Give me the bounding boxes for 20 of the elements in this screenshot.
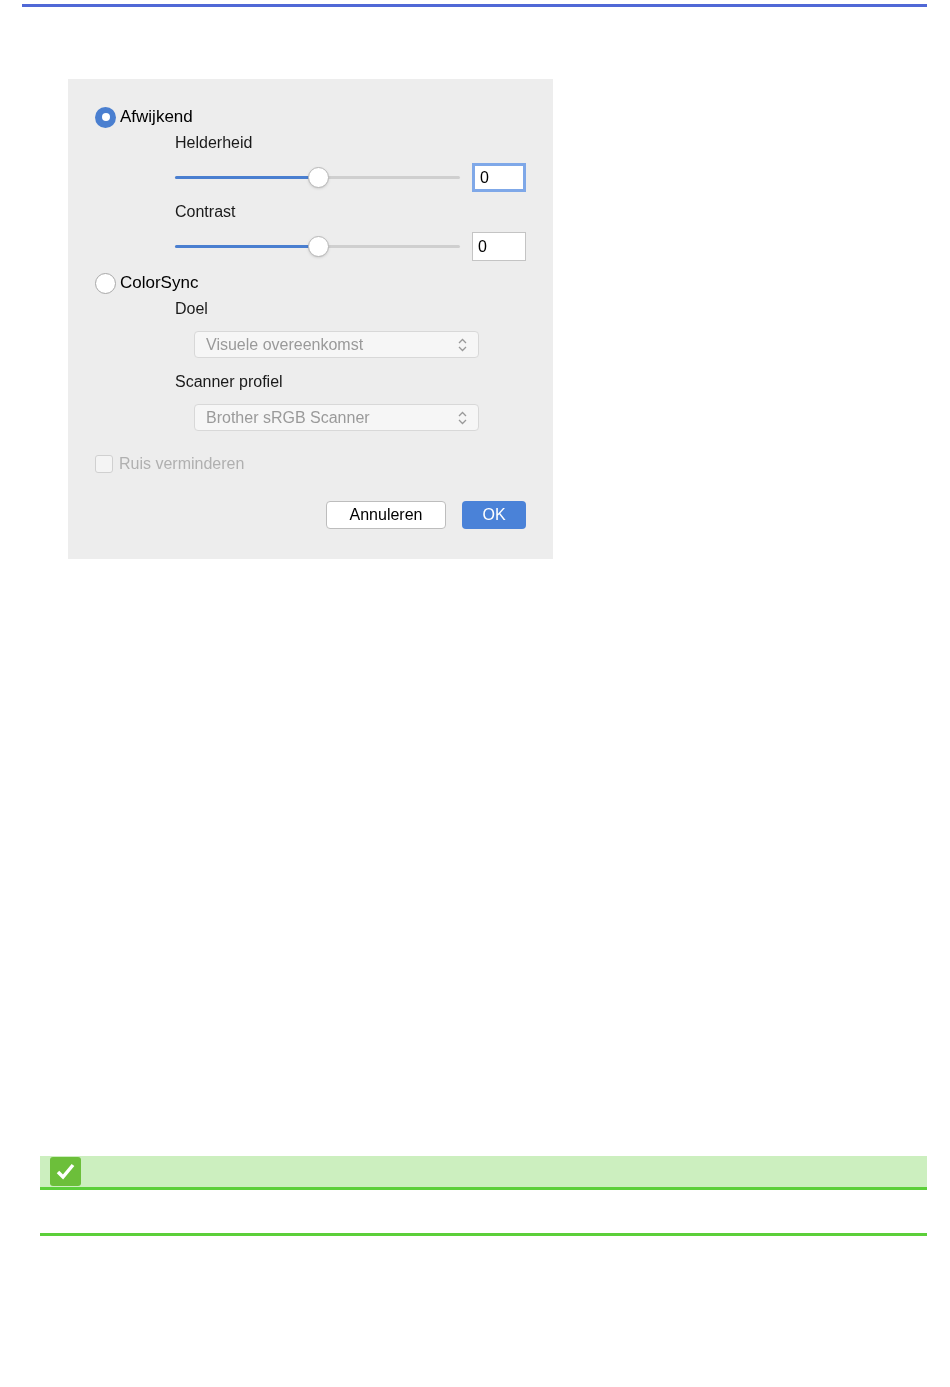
slider[interactable] [175, 166, 460, 189]
select-label: Doel [175, 299, 209, 319]
value-field[interactable]: 0 [472, 232, 526, 261]
checkbox-label: Ruis verminderen [119, 454, 245, 474]
value-field[interactable]: 0 [472, 163, 526, 192]
checkmark-icon [50, 1157, 81, 1186]
radio-button[interactable] [95, 272, 116, 294]
slider[interactable] [175, 235, 460, 258]
chevron-updown-icon [458, 410, 467, 425]
radio-button[interactable] [95, 106, 116, 128]
chevron-updown-icon [458, 337, 467, 352]
slider-label: Contrast [175, 202, 237, 222]
radio-label: Afwijkend [120, 106, 193, 129]
slider-thumb[interactable] [307, 167, 329, 188]
radio-label: ColorSync [120, 272, 199, 295]
select-label: Scanner profiel [175, 372, 284, 392]
ok-button[interactable]: OK [462, 501, 526, 529]
cancel-button[interactable]: Annuleren [326, 501, 446, 529]
slider-label: Helderheid [175, 133, 254, 153]
slider-thumb[interactable] [307, 236, 329, 257]
